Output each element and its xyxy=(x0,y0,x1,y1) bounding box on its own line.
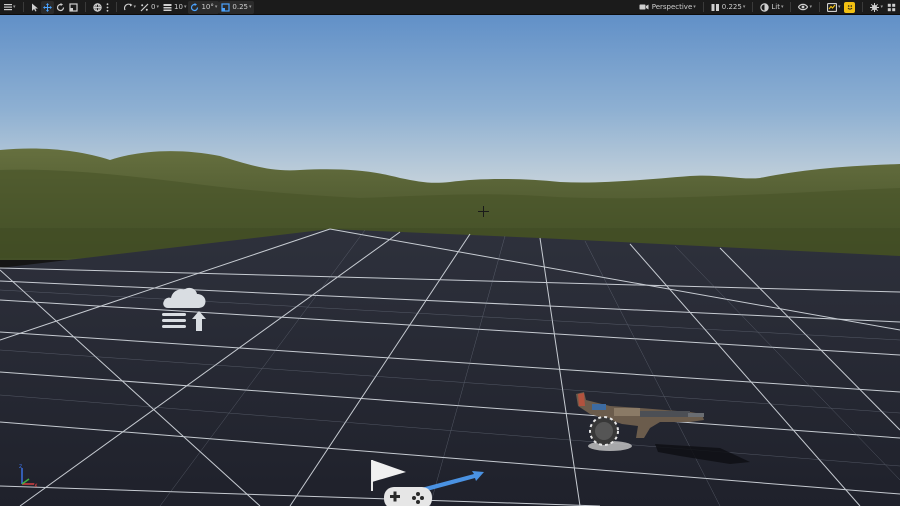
surface-snap-icon xyxy=(123,3,133,10)
chevron-down-icon: ▾ xyxy=(780,4,784,10)
toolbar-divider xyxy=(818,2,820,12)
viewport-toolbar: ▾ ▾ 0 ▾ 10 ▾ 10° ▾ 0.25 ▾ Perspective ▾ … xyxy=(0,0,900,15)
chevron-down-icon: ▾ xyxy=(837,4,841,10)
rotate-icon xyxy=(56,2,64,11)
realtime-icon xyxy=(826,2,837,12)
vertical-dots-icon xyxy=(106,2,108,12)
performance-warning-button[interactable] xyxy=(844,1,856,13)
chevron-down-icon: ▾ xyxy=(248,4,252,10)
select-mode-button[interactable] xyxy=(29,1,41,14)
viewport-options-button[interactable]: ▾ xyxy=(2,1,18,14)
camera-icon xyxy=(639,4,649,10)
grid-snap-icon xyxy=(163,3,172,11)
weapon-pickup-actor[interactable] xyxy=(570,386,760,468)
translate-mode-button[interactable] xyxy=(40,0,54,14)
scene-render[interactable] xyxy=(0,0,900,506)
toolbar-divider xyxy=(115,2,117,12)
axis-indicator: z x xyxy=(19,463,38,489)
arrow-cursor-icon xyxy=(31,3,38,11)
angle-snap-value: 10° xyxy=(201,3,214,11)
lighting-mode-label: Lit xyxy=(771,3,780,11)
chevron-down-icon: ▾ xyxy=(214,4,218,10)
toolbar-divider xyxy=(22,2,24,12)
rotation-snap-button[interactable]: 0 ▾ xyxy=(138,1,161,14)
toolbar-divider xyxy=(702,2,704,12)
scale-icon xyxy=(68,2,78,12)
chevron-down-icon: ▾ xyxy=(156,4,160,10)
player-start-icon[interactable] xyxy=(366,457,490,506)
toolbar-divider xyxy=(790,2,792,12)
svg-text:z: z xyxy=(19,463,22,470)
camera-speed-value: 0.225 xyxy=(721,3,742,11)
scale-mode-button[interactable] xyxy=(67,1,80,14)
globe-icon xyxy=(92,2,102,12)
grid-snap-button[interactable]: 10 ▾ xyxy=(161,1,188,14)
svg-text:x: x xyxy=(34,482,38,489)
crosshair-icon xyxy=(478,206,489,217)
scale-snap-icon xyxy=(221,2,230,12)
world-local-toggle[interactable] xyxy=(91,1,104,14)
rotate-mode-button[interactable] xyxy=(54,1,67,14)
gear-icon xyxy=(870,2,880,12)
lit-sphere-icon xyxy=(760,2,770,12)
chevron-down-icon: ▾ xyxy=(133,4,137,10)
more-options-button[interactable] xyxy=(104,1,111,14)
chevron-down-icon: ▾ xyxy=(880,4,883,10)
rotate-icon xyxy=(191,2,199,11)
toolbar-divider xyxy=(862,2,864,12)
chevron-down-icon: ▾ xyxy=(742,4,746,10)
toolbar-divider xyxy=(84,2,86,12)
maximize-icon xyxy=(887,3,896,11)
speedometer-icon xyxy=(711,3,719,11)
angle-snap-button[interactable]: 10° ▾ xyxy=(188,0,220,14)
hamburger-icon xyxy=(4,4,12,11)
view-mode-dropdown[interactable]: Perspective ▾ xyxy=(637,1,698,14)
show-flags-dropdown[interactable]: ▾ xyxy=(796,1,814,14)
camera-speed-dropdown[interactable]: 0.225 ▾ xyxy=(709,1,748,14)
chevron-down-icon: ▾ xyxy=(13,4,16,10)
scale-snap-value: 0.25 xyxy=(232,3,248,11)
smile-icon xyxy=(847,5,853,10)
viewport-settings-dropdown[interactable]: ▾ xyxy=(868,1,885,14)
grid-snap-value: 10 xyxy=(174,3,183,11)
chevron-down-icon: ▾ xyxy=(183,4,187,10)
sky-atmosphere-icon[interactable] xyxy=(158,282,212,336)
view-mode-label: Perspective xyxy=(651,3,693,11)
lighting-mode-dropdown[interactable]: Lit ▾ xyxy=(758,1,785,14)
eye-icon xyxy=(798,3,809,11)
weapon-shadow xyxy=(655,444,750,464)
chevron-down-icon: ▾ xyxy=(809,4,812,10)
maximize-viewport-button[interactable] xyxy=(885,1,898,14)
realtime-dropdown[interactable]: ▾ xyxy=(825,1,843,14)
surface-snap-button[interactable]: ▾ xyxy=(122,1,139,14)
scale-snap-button[interactable]: 0.25 ▾ xyxy=(219,0,254,14)
rotation-snap-value: 0 xyxy=(151,3,156,11)
toolbar-divider xyxy=(752,2,754,12)
chevron-down-icon: ▾ xyxy=(693,4,696,10)
angle-snap-icon xyxy=(140,3,149,11)
move-arrows-icon xyxy=(42,2,52,12)
level-viewport[interactable]: z x ▾ ▾ 0 ▾ 10 ▾ 10° ▾ 0.25 ▾ Perspectiv… xyxy=(0,0,900,506)
